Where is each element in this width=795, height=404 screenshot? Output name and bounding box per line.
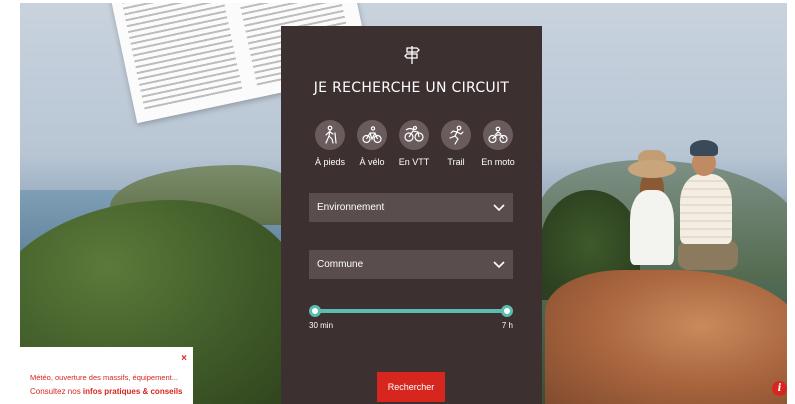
bicycle-icon: [357, 120, 387, 150]
info-link-prefix: Consultez nos: [30, 387, 83, 396]
signpost-icon: [404, 46, 420, 64]
chevron-down-icon: [493, 203, 505, 211]
slider-max-handle[interactable]: [501, 305, 513, 317]
mode-moto[interactable]: En moto: [477, 120, 519, 174]
woman-figure: [626, 150, 678, 285]
chevron-down-icon: [493, 260, 505, 268]
transport-mode-list: À pieds À vélo En VTT Trail En moto: [309, 120, 519, 180]
mode-walking[interactable]: À pieds: [309, 120, 351, 174]
duration-max-value: 7 h: [501, 321, 513, 330]
mode-trail[interactable]: Trail: [435, 120, 477, 174]
duration-min-value: 30 min: [309, 321, 334, 330]
environment-select[interactable]: Environnement: [309, 193, 513, 222]
mode-label: Trail: [447, 157, 465, 167]
slider-min-handle[interactable]: [309, 305, 321, 317]
mode-label: En VTT: [398, 157, 430, 167]
mountain-bike-icon: [399, 120, 429, 150]
frame: [0, 0, 20, 404]
frame: [0, 0, 795, 3]
info-link-bold: infos pratiques & conseils: [82, 387, 183, 396]
mode-label: À pieds: [314, 157, 346, 167]
info-popup-text: Météo, ouverture des massifs, équipement…: [30, 373, 178, 382]
mode-mtb[interactable]: En VTT: [393, 120, 435, 174]
motorbike-icon: [483, 120, 513, 150]
mode-label: À vélo: [359, 157, 385, 167]
frame: [787, 0, 795, 404]
practical-info-popup: × Météo, ouverture des massifs, équipeme…: [20, 347, 193, 404]
circuit-search-panel: JE RECHERCHE UN CIRCUIT À pieds À vélo E…: [281, 26, 542, 404]
close-icon[interactable]: ×: [181, 353, 187, 364]
commune-select-label: Commune: [317, 259, 364, 270]
info-popup-link[interactable]: Consultez nos infos pratiques & conseils: [30, 387, 183, 396]
runner-icon: [441, 120, 471, 150]
search-button[interactable]: Rechercher: [377, 372, 445, 402]
commune-select[interactable]: Commune: [309, 250, 513, 279]
man-figure: [672, 140, 742, 290]
rocks: [545, 270, 795, 404]
mode-bike[interactable]: À vélo: [351, 120, 393, 174]
environment-select-label: Environnement: [317, 202, 385, 213]
mode-label: En moto: [481, 157, 515, 167]
duration-range-slider[interactable]: 30 min 7 h: [309, 303, 513, 333]
panel-title: JE RECHERCHE UN CIRCUIT: [313, 80, 510, 96]
slider-track: [315, 309, 507, 313]
info-icon[interactable]: i: [772, 381, 787, 396]
hiker-icon: [315, 120, 345, 150]
